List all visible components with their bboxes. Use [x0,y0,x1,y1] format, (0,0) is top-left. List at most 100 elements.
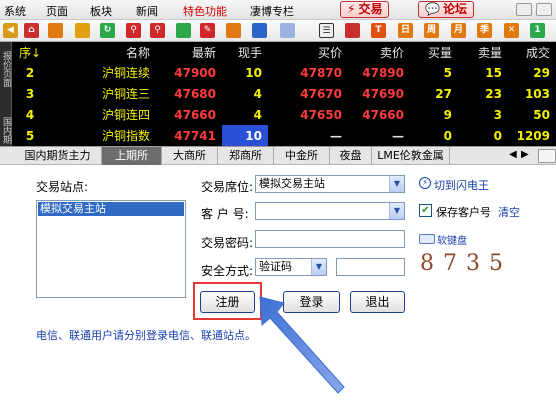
chevron-down-icon[interactable]: ▼ [389,176,404,192]
header-bid[interactable]: 买价 [268,42,348,62]
tab-scroll-right-icon[interactable]: ▶ [521,149,529,160]
table-row[interactable]: 2 沪铜连续 47900 10 47870 47890 5 15 29 [12,62,556,83]
row-bid: 47670 [300,86,342,101]
home-icon[interactable]: ⌂ [24,23,39,38]
search-icon[interactable]: ⚲ [126,23,141,38]
row-volume-now: 10 [245,65,262,80]
tab-scroll-left-icon[interactable]: ◀ [509,149,517,160]
speech-bubble-icon: 💬 [425,2,440,16]
side-tab-strip: 报价页面 国内期 [0,42,12,146]
row-name: 沪铜连三 [101,87,150,101]
row-ask: — [392,128,404,143]
table-row[interactable]: 4 沪铜连四 47660 4 47650 47660 9 3 50 [12,104,556,125]
table-row[interactable]: 5 沪铜指数 47741 10 — — 0 0 1209 [12,125,556,146]
side-tab-domestic[interactable]: 国内期 [1,114,11,146]
pencil-icon[interactable]: ✎ [200,23,215,38]
captcha-image[interactable]: 8735 [420,251,512,276]
header-ask[interactable]: 卖价 [348,42,410,62]
refresh-icon[interactable]: ↻ [100,23,115,38]
app-window: 系统 页面 板块 新闻 特色功能 凄博专栏 ⚡ 交易 💬 论坛 ◀ ⌂ ↻ ⚲ ⚲ … [0,0,556,401]
minimize-button[interactable] [516,3,532,16]
tab-czce[interactable]: 郑商所 [218,147,274,165]
header-name[interactable]: 名称 [54,42,156,62]
month-icon[interactable]: 月 [451,23,466,38]
news-icon[interactable] [280,23,295,38]
row-last: 47900 [174,65,216,80]
row-bid-size: 5 [443,65,452,80]
menu-item-sector[interactable]: 板块 [90,3,112,19]
exit-button[interactable]: 退出 [350,291,405,313]
chevron-down-icon[interactable]: ▼ [389,203,404,219]
client-number-combo[interactable]: ▼ [255,202,405,220]
tick-icon[interactable]: T [371,23,386,38]
quote-header-row: 序↓ 名称 最新 现手 买价 卖价 买量 卖量 成交 [12,42,556,62]
row-turnover: 50 [533,107,550,122]
day-icon[interactable]: 日 [398,23,413,38]
menu-item-system[interactable]: 系统 [4,3,26,19]
trade-button[interactable]: ⚡ 交易 [340,1,390,18]
row-bid: 47650 [300,107,342,122]
tab-night[interactable]: 夜盘 [330,147,372,165]
menu-item-page[interactable]: 页面 [46,3,68,19]
row-index: 3 [25,86,35,101]
kline-icon[interactable] [345,23,360,38]
row-name: 沪铜连续 [101,66,150,80]
switch-lightning-link[interactable]: 切到闪电王 [434,177,489,193]
captcha-input[interactable] [336,258,405,276]
header-ask-size[interactable]: 卖量 [458,42,508,62]
tab-lme[interactable]: LME伦敦金属 [372,147,450,165]
search-plus-icon[interactable]: ⚲ [150,23,165,38]
header-last[interactable]: 最新 [156,42,222,62]
header-bid-size[interactable]: 买量 [410,42,458,62]
menu-item-column[interactable]: 凄博专栏 [250,3,294,19]
header-turnover[interactable]: 成交 [508,42,556,62]
row-last: 47680 [174,86,216,101]
trade-button-label: 交易 [358,2,383,16]
season-icon[interactable]: 季 [477,23,492,38]
info-icon[interactable] [75,23,90,38]
clear-link[interactable]: 清空 [498,204,520,220]
back-icon[interactable]: ◀ [3,23,18,38]
chevron-down-icon[interactable]: ▼ [311,259,326,275]
header-volume-now[interactable]: 现手 [222,42,268,62]
row-bid: — [330,128,342,143]
horizontal-scrollbar[interactable] [538,149,556,163]
login-panel: 交易站点: 模拟交易主站 交易席位: 模拟交易主站 ▼ ⚡ 切到闪电王 客 户 … [0,165,556,401]
tab-domestic-main[interactable]: 国内期货主力 [14,147,102,165]
station-listbox[interactable]: 模拟交易主站 [36,200,186,298]
tab-shfe[interactable]: 上期所 [102,147,162,165]
pin-icon[interactable] [252,23,267,38]
week-icon[interactable]: 周 [424,23,439,38]
close-chart-icon[interactable]: ✕ [504,23,519,38]
forum-button-label: 论坛 [442,2,467,16]
seat-select[interactable]: 模拟交易主站 ▼ [255,175,405,193]
menu-item-news[interactable]: 新闻 [136,3,158,19]
row-bid: 47870 [300,65,342,80]
row-ask: 47660 [362,107,404,122]
one-minute-icon[interactable]: 1 [530,23,545,38]
menu-item-special-features[interactable]: 特色功能 [183,3,227,19]
forum-button[interactable]: 💬 论坛 [418,1,474,18]
switch-lightning-icon[interactable]: ⚡ [419,177,431,189]
row-ask-size: 0 [493,128,502,143]
list-icon[interactable]: ☰ [319,23,334,38]
brush-icon[interactable] [226,23,241,38]
soft-keyboard-link[interactable]: 软键盘 [437,232,467,247]
header-index[interactable]: 序↓ [12,42,54,62]
close-button[interactable] [536,3,552,16]
keyboard-icon[interactable] [419,234,435,244]
save-client-checkbox[interactable]: ✔ [419,204,432,217]
tab-cffex[interactable]: 中金所 [274,147,330,165]
side-tab-quote-page[interactable]: 报价页面 [1,46,11,92]
chart-icon[interactable] [176,23,191,38]
password-input[interactable] [255,230,405,248]
row-volume-now: 4 [253,86,262,101]
table-row[interactable]: 3 沪铜连三 47680 4 47670 47690 27 23 103 [12,83,556,104]
tab-dce[interactable]: 大商所 [162,147,218,165]
quote-table: 序↓ 名称 最新 现手 买价 卖价 买量 卖量 成交 2 沪铜连续 47900 … [12,42,556,146]
row-ask-size: 23 [485,86,502,101]
row-ask: 47690 [362,86,404,101]
book-icon[interactable] [48,23,63,38]
list-item[interactable]: 模拟交易主站 [38,202,184,216]
security-method-select[interactable]: 验证码 ▼ [255,258,327,276]
